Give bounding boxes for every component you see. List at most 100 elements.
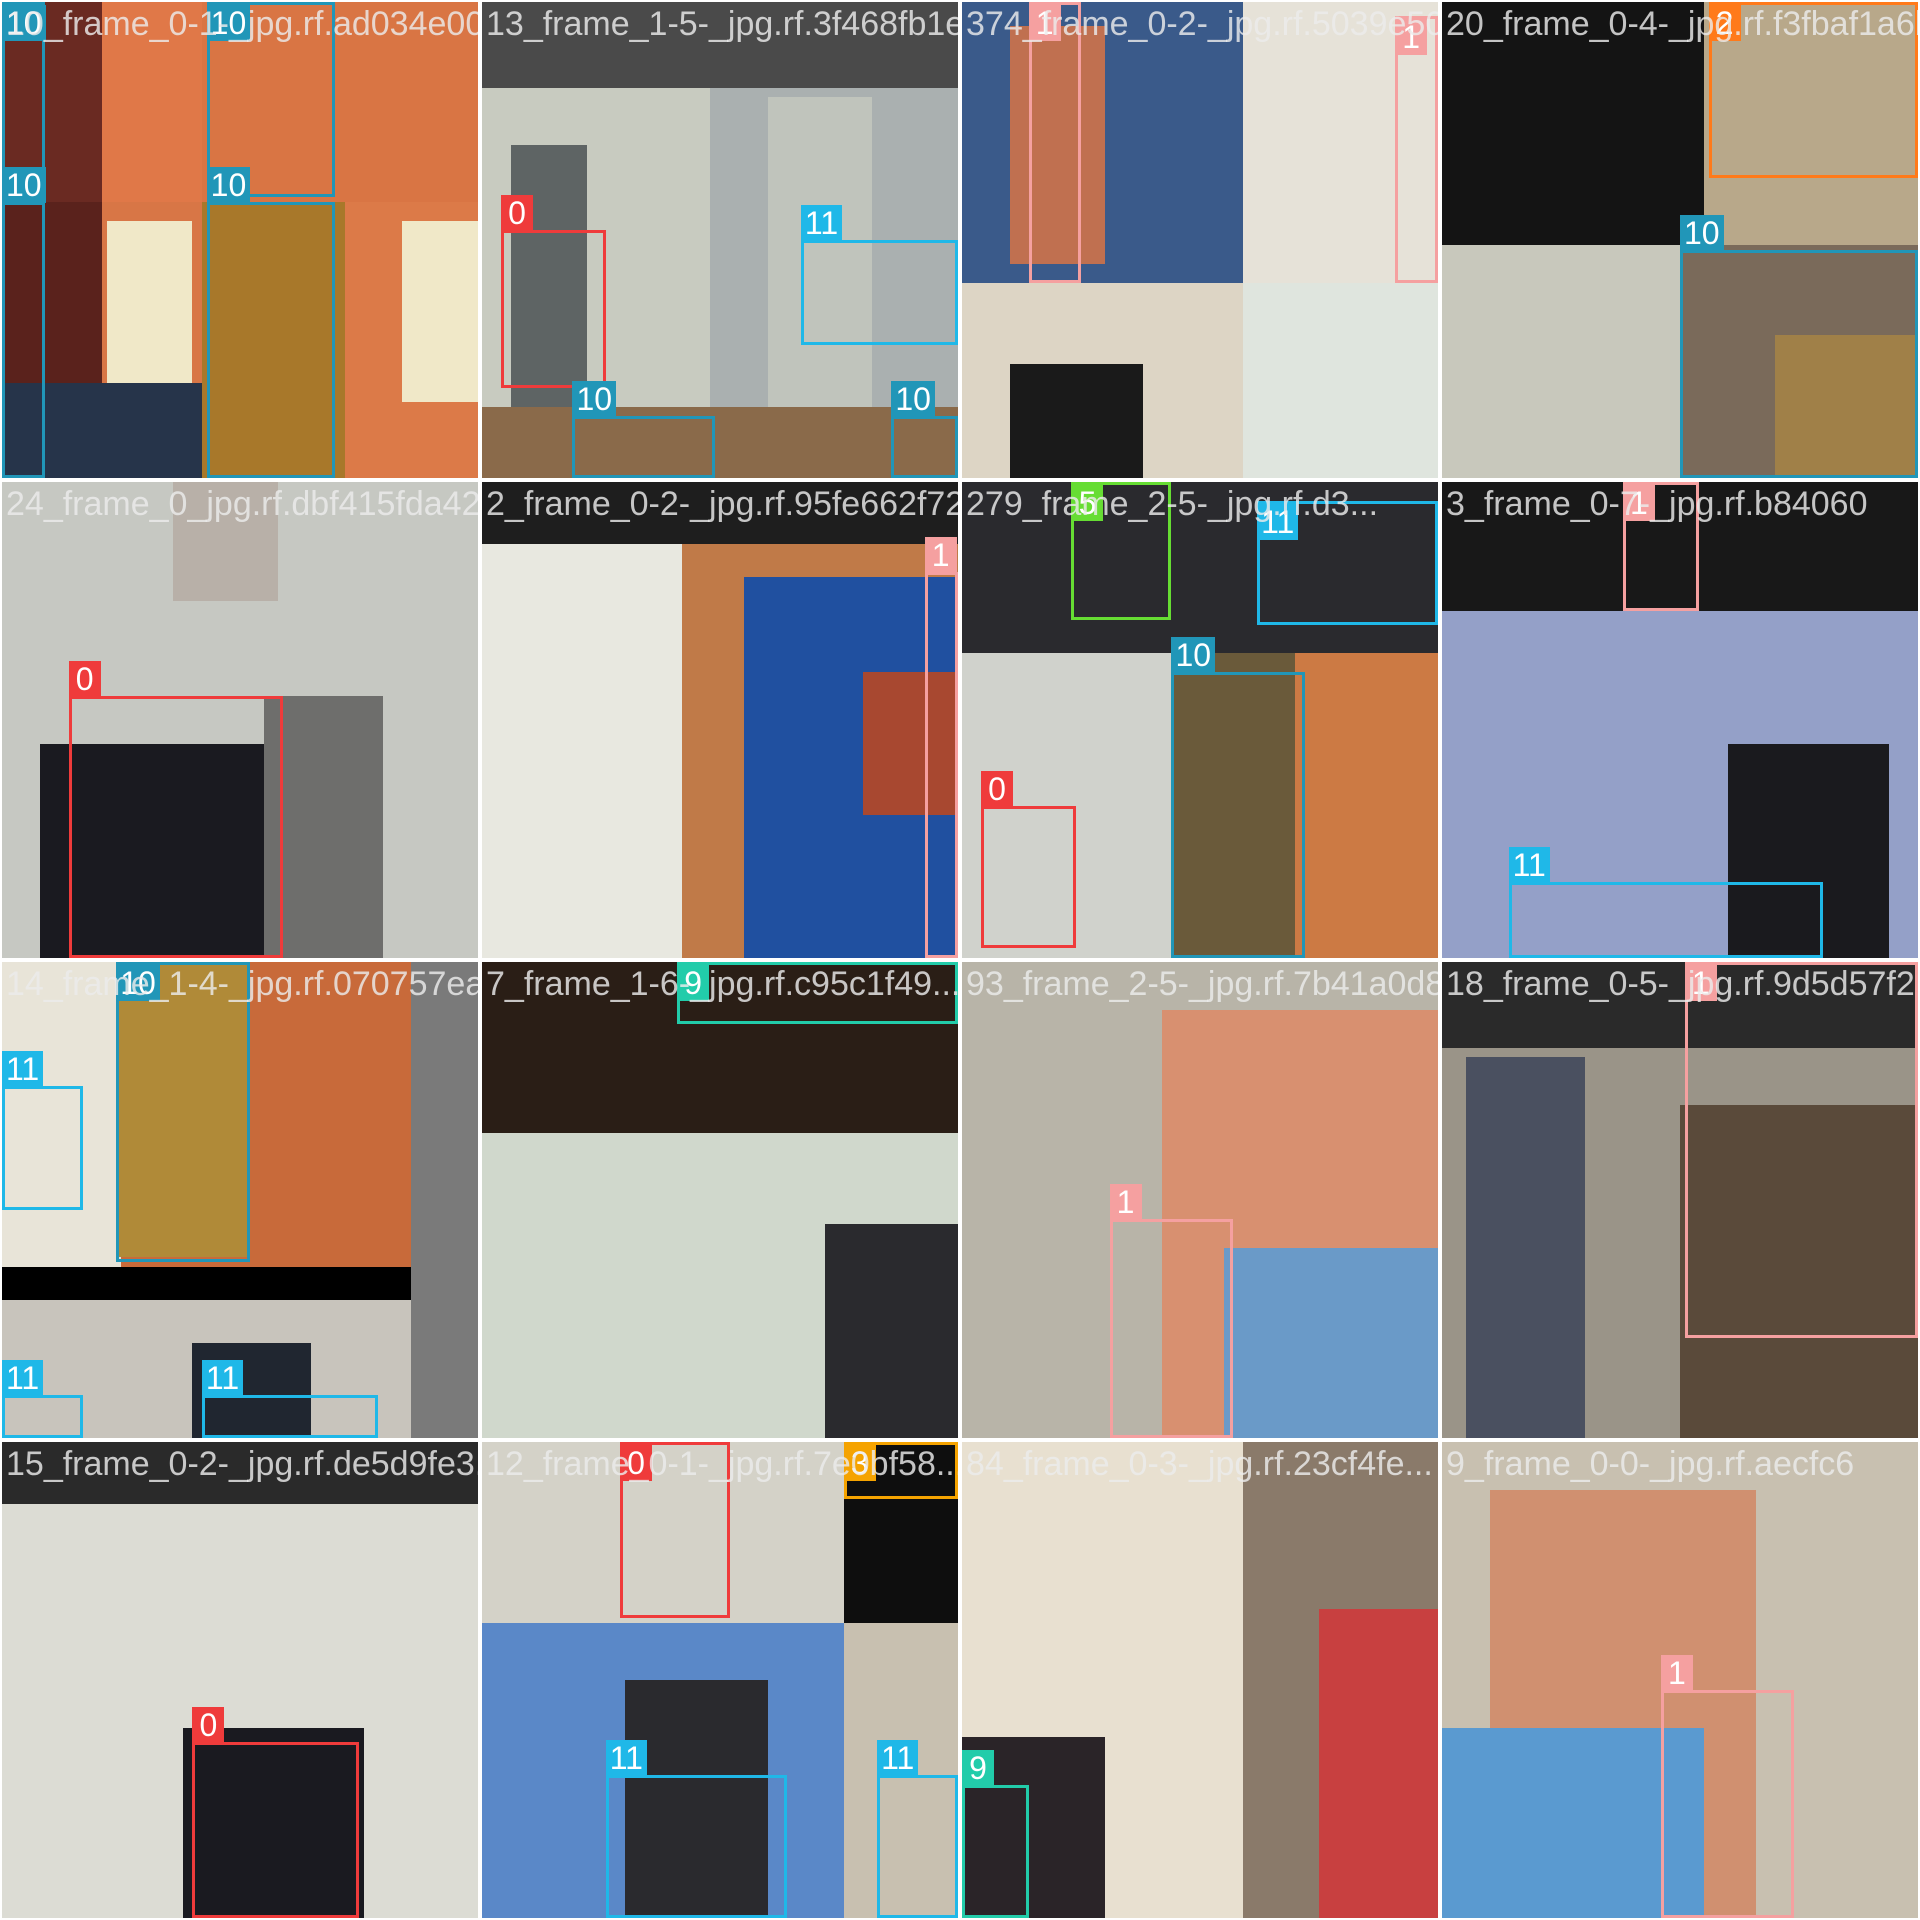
bounding-box: 11 xyxy=(800,205,958,345)
mosaic-tile: 21020_frame_0-4-_jpg.rf.f3fbaf1a6b82f8c2… xyxy=(1442,2,1918,478)
mosaic-tile: 1010101010_frame_0-1-_jpg.rf.ad034e00f9e… xyxy=(2,2,478,478)
mosaic-tile: 024_frame_0_jpg.rf.dbf415fda42d270fedc02… xyxy=(2,482,478,958)
class-label: 9 xyxy=(962,1749,994,1786)
mosaic-tile: 11374_frame_0-2-_jpg.rf.5039e50f26f3eac5… xyxy=(962,2,1438,478)
bounding-box: 11 xyxy=(2,1360,83,1438)
image-region xyxy=(482,2,958,88)
class-label: 1 xyxy=(1109,1184,1142,1221)
class-label: 11 xyxy=(201,1360,244,1397)
bounding-box: 10 xyxy=(1171,637,1305,958)
bounding-box: 1 xyxy=(1684,962,1918,1339)
class-label: 10 xyxy=(891,381,935,418)
bounding-box: 1 xyxy=(1660,1654,1795,1918)
class-label: 0 xyxy=(68,661,101,698)
class-label: 11 xyxy=(1508,846,1550,883)
image-region xyxy=(1442,244,1680,478)
bounding-box: 11 xyxy=(877,1740,958,1918)
bounding-box: 1 xyxy=(924,537,958,958)
class-label: 1 xyxy=(1622,485,1655,521)
bounding-box: 1 xyxy=(1622,482,1700,611)
bounding-box: 0 xyxy=(192,1706,359,1918)
mosaic-tile: 1 11 3_frame_0-7-_jpg.rf.b84060 xyxy=(1442,482,1918,958)
bounding-box: 11 xyxy=(201,1360,379,1438)
bounding-box: 0 xyxy=(620,1442,730,1619)
class-label: 3 xyxy=(843,1445,876,1481)
class-label: 1 xyxy=(1028,5,1061,41)
bounding-box: 1 xyxy=(1395,16,1438,283)
class-label: 0 xyxy=(981,770,1014,807)
class-label: 0 xyxy=(501,195,534,232)
image-region xyxy=(1465,1057,1585,1438)
image-region xyxy=(824,1223,958,1438)
mosaic-tile: 011101013_frame_1-5-_jpg.rf.3f468fb1e6fa… xyxy=(482,2,958,478)
bounding-box: 11 xyxy=(1257,501,1438,625)
bounding-box: 10 xyxy=(116,962,250,1262)
class-label: 10 xyxy=(572,381,617,418)
bounding-box: 3 xyxy=(843,1442,958,1500)
class-label: 0 xyxy=(620,1445,653,1481)
class-label: 1 xyxy=(1684,965,1717,1001)
bounding-box: 10 xyxy=(206,166,336,478)
class-label: 11 xyxy=(2,1050,44,1087)
image-region xyxy=(482,543,682,958)
class-label: 1 xyxy=(924,537,957,574)
class-label: 10 xyxy=(1680,214,1724,251)
image-region xyxy=(101,2,202,202)
class-label: 10 xyxy=(116,965,160,1001)
mosaic-grid: 1010101010_frame_0-1-_jpg.rf.ad034e00f9e… xyxy=(0,0,1920,1920)
class-label: 10 xyxy=(206,166,251,203)
class-label: 1 xyxy=(1660,1654,1693,1691)
bounding-box: 10 xyxy=(572,381,716,478)
class-label: 5 xyxy=(1071,485,1104,521)
mosaic-tile: 5 11 0 10 279_frame_2-5-_jpg.rf.d3... xyxy=(962,482,1438,958)
bounding-box: 10 xyxy=(891,381,958,478)
image-region xyxy=(1009,363,1143,478)
image-region xyxy=(401,220,478,402)
bounding-box: 1 xyxy=(1109,1184,1234,1438)
image-region xyxy=(1242,282,1438,478)
class-label: 11 xyxy=(877,1740,919,1777)
class-label: 9 xyxy=(677,965,710,1001)
image-region xyxy=(1223,1247,1438,1438)
class-label: 10 xyxy=(1171,637,1216,674)
mosaic-tile: 1 93_frame_2-5-_jpg.rf.7b41a0d8f... xyxy=(962,962,1438,1438)
bounding-box: 5 xyxy=(1071,482,1172,621)
bounding-box: 1 xyxy=(1028,2,1081,283)
image-region xyxy=(173,482,279,601)
bounding-box: 11 xyxy=(2,1050,83,1210)
mosaic-tile: 1 9_frame_0-0-_jpg.rf.aecfc6 xyxy=(1442,1442,1918,1918)
image-region xyxy=(482,482,958,544)
bounding-box: 9 xyxy=(962,1749,1029,1918)
mosaic-tile: 9 84_frame_0-3-_jpg.rf.23cf4fe... xyxy=(962,1442,1438,1918)
class-label: 2 xyxy=(1708,5,1741,41)
class-label: 10 xyxy=(206,5,251,41)
bounding-box: 0 xyxy=(68,661,283,958)
mosaic-tile: 9 7_frame_1-6-_jpg.rf.c95c1f49... xyxy=(482,962,958,1438)
image-region xyxy=(106,220,193,402)
class-label: 0 xyxy=(192,1706,225,1743)
image-region xyxy=(1319,1608,1438,1918)
bounding-box: 9 xyxy=(677,962,958,1024)
mosaic-tile: 11 10 11 11 14_frame_1-4-_jpg.rf.070757ea... xyxy=(2,962,478,1438)
image-region xyxy=(1295,653,1438,958)
class-label: 11 xyxy=(605,1740,647,1777)
class-label: 1 xyxy=(1395,19,1428,56)
bounding-box: 2 xyxy=(1708,2,1918,179)
bounding-box: 0 xyxy=(981,770,1077,949)
bounding-box: 10 xyxy=(2,166,46,478)
mosaic-tile: 1 18_frame_0-5-_jpg.rf.9d5d57f2 xyxy=(1442,962,1918,1438)
image-region xyxy=(482,406,958,478)
bounding-box: 11 xyxy=(605,1740,787,1918)
image-region xyxy=(2,1266,412,1300)
bounding-box: 11 xyxy=(1508,846,1823,958)
class-label: 11 xyxy=(800,205,843,241)
mosaic-tile: 12_frame_0-2-_jpg.rf.95fe662f7224de4e6b xyxy=(482,482,958,958)
class-label: 10 xyxy=(2,166,46,203)
bounding-box: 10 xyxy=(1680,214,1918,478)
class-label: 10 xyxy=(2,5,46,41)
mosaic-tile: 0 3 11 11 12_frame_0-1-_jpg.rf.7e0bf58... xyxy=(482,1442,958,1918)
class-label: 11 xyxy=(1257,504,1299,541)
class-label: 11 xyxy=(2,1360,44,1397)
image-region xyxy=(411,962,478,1438)
mosaic-tile: 0 15_frame_0-2-_jpg.rf.de5d9fe3... xyxy=(2,1442,478,1918)
